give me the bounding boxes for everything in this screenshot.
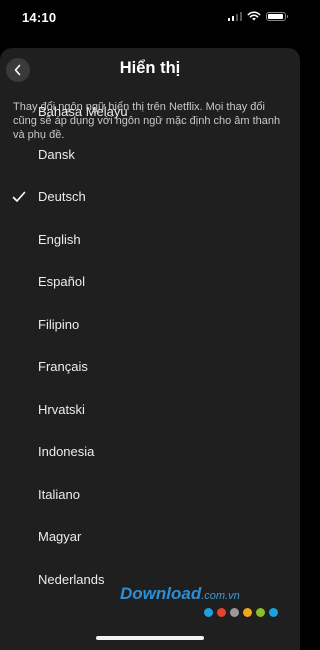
language-label: Français: [38, 359, 88, 374]
wifi-icon: [247, 11, 261, 21]
page-title: Hiển thị: [119, 59, 181, 77]
language-option[interactable]: Filipino: [0, 307, 300, 350]
language-label: Filipino: [38, 316, 80, 332]
watermark-dot: [204, 608, 213, 617]
watermark-dots: [204, 608, 278, 617]
home-indicator[interactable]: [96, 636, 204, 640]
language-option[interactable]: English: [0, 222, 300, 265]
watermark-dot: [217, 608, 226, 617]
language-option[interactable]: Magyar: [0, 519, 300, 562]
watermark-logo: Download.com.vn: [120, 584, 300, 617]
language-list: Bahasa Melayu Dansk Deutsch English Español F…: [0, 94, 300, 604]
watermark-dot: [243, 608, 252, 617]
language-label: Bahasa Melayu: [38, 104, 128, 119]
checkmark-icon: [12, 191, 26, 202]
language-option[interactable]: Italiano: [0, 477, 300, 520]
language-option[interactable]: Dansk: [0, 137, 300, 180]
language-option[interactable]: Deutsch: [0, 179, 300, 222]
status-bar: 14:10: [0, 0, 300, 38]
watermark-dot: [269, 608, 278, 617]
language-label: Deutsch: [38, 189, 86, 204]
watermark-dot: [256, 608, 265, 617]
language-option[interactable]: Hrvatski: [0, 392, 300, 435]
watermark-dot: [230, 608, 239, 617]
language-option[interactable]: Français: [0, 349, 300, 392]
language-label: Dansk: [38, 146, 75, 162]
cellular-signal-icon: [227, 11, 242, 21]
language-label: Hrvatski: [38, 401, 85, 417]
language-label: Italiano: [38, 486, 80, 502]
language-label: Español: [38, 274, 85, 289]
language-label: Magyar: [38, 529, 82, 544]
watermark-text: Download.com.vn: [120, 584, 240, 603]
header: Hiển thị: [0, 48, 300, 92]
language-label: English: [38, 231, 81, 247]
language-option[interactable]: Bahasa Melayu: [0, 94, 300, 137]
language-label: Nederlands: [38, 571, 105, 587]
status-icons: [227, 11, 288, 21]
language-option[interactable]: Español: [0, 264, 300, 307]
language-option[interactable]: Indonesia: [0, 434, 300, 477]
language-label: Indonesia: [38, 444, 95, 459]
battery-icon: [266, 11, 288, 21]
status-time: 14:10: [22, 10, 57, 25]
